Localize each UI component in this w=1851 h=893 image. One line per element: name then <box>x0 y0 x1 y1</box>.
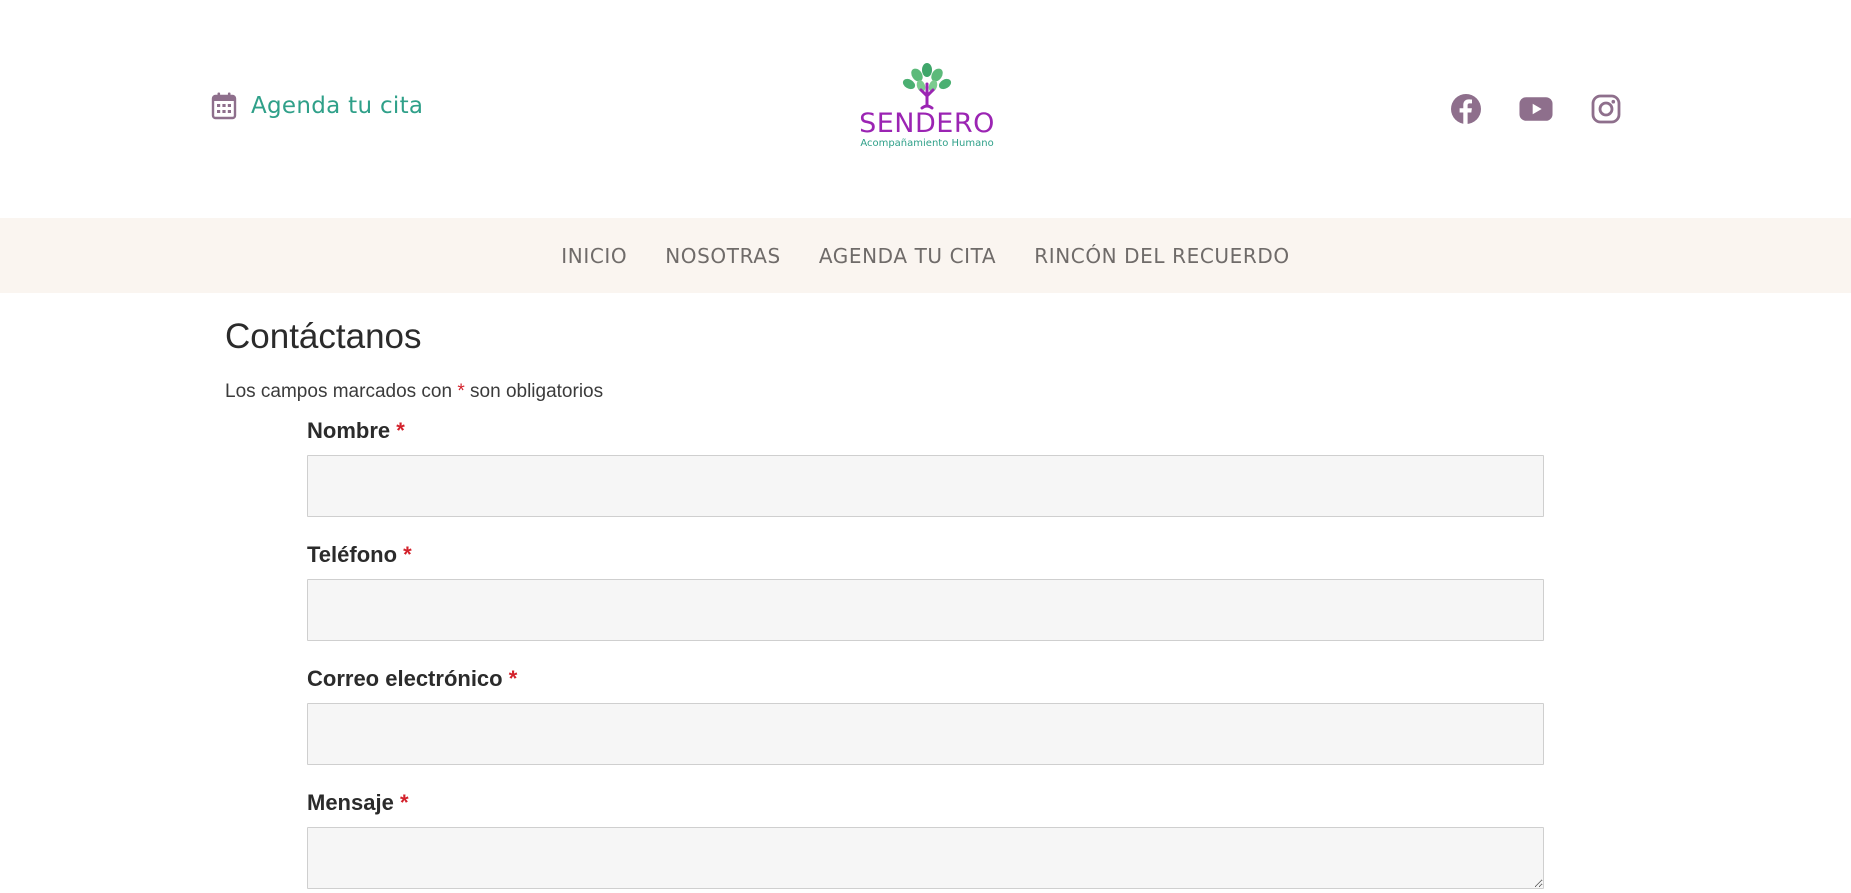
required-asterisk: * <box>508 666 518 691</box>
instagram-icon[interactable] <box>1589 92 1623 126</box>
agenda-cita-link[interactable]: Agenda tu cita <box>211 92 423 120</box>
correo-input[interactable] <box>307 703 1544 765</box>
correo-label-text: Correo electrónico <box>307 666 503 691</box>
mensaje-label-text: Mensaje <box>307 790 394 815</box>
nav-item-nosotras[interactable]: NOSOTRAS <box>665 244 781 268</box>
required-asterisk: * <box>399 790 409 815</box>
required-note-text-after: son obligatorios <box>470 381 604 402</box>
sendero-logo[interactable]: SENDERO Acompañamiento Humano <box>852 62 1002 149</box>
field-mensaje: Mensaje * <box>307 790 1545 889</box>
agenda-cita-label: Agenda tu cita <box>251 93 424 119</box>
social-links <box>1449 92 1623 126</box>
facebook-icon[interactable] <box>1449 92 1483 126</box>
correo-label: Correo electrónico * <box>307 666 1545 692</box>
tree-logo-icon <box>852 62 1002 112</box>
telefono-label: Teléfono * <box>307 542 1545 568</box>
nombre-input[interactable] <box>307 455 1544 517</box>
mensaje-label: Mensaje * <box>307 790 1545 816</box>
nombre-label: Nombre * <box>307 418 1545 444</box>
contact-form: Nombre * Teléfono * Correo electrónico *… <box>307 418 1545 893</box>
required-fields-note: Los campos marcados con * son obligatori… <box>225 381 603 403</box>
main-nav: INICIO NOSOTRAS AGENDA TU CITA RINCÓN DE… <box>0 218 1851 293</box>
telefono-input[interactable] <box>307 579 1544 641</box>
required-note-text-before: Los campos marcados con <box>225 381 453 402</box>
page-title: Contáctanos <box>225 317 422 356</box>
logo-tagline: Acompañamiento Humano <box>860 138 994 149</box>
field-telefono: Teléfono * <box>307 542 1545 641</box>
nav-item-rincon-del-recuerdo[interactable]: RINCÓN DEL RECUERDO <box>1034 244 1290 268</box>
field-correo: Correo electrónico * <box>307 666 1545 765</box>
nav-item-agenda-tu-cita[interactable]: AGENDA TU CITA <box>819 244 996 268</box>
site-header: Agenda tu cita SENDERO Acompañamiento Hu… <box>0 0 1851 218</box>
nombre-label-text: Nombre <box>307 418 391 443</box>
required-asterisk: * <box>457 381 465 402</box>
nav-item-inicio[interactable]: INICIO <box>561 244 627 268</box>
mensaje-textarea[interactable] <box>307 827 1544 889</box>
required-asterisk: * <box>403 542 412 567</box>
calendar-icon <box>211 92 237 120</box>
telefono-label-text: Teléfono <box>307 542 398 567</box>
youtube-icon[interactable] <box>1519 92 1553 126</box>
field-nombre: Nombre * <box>307 418 1545 517</box>
logo-brand-text: SENDERO <box>859 108 995 139</box>
required-asterisk: * <box>396 418 405 443</box>
